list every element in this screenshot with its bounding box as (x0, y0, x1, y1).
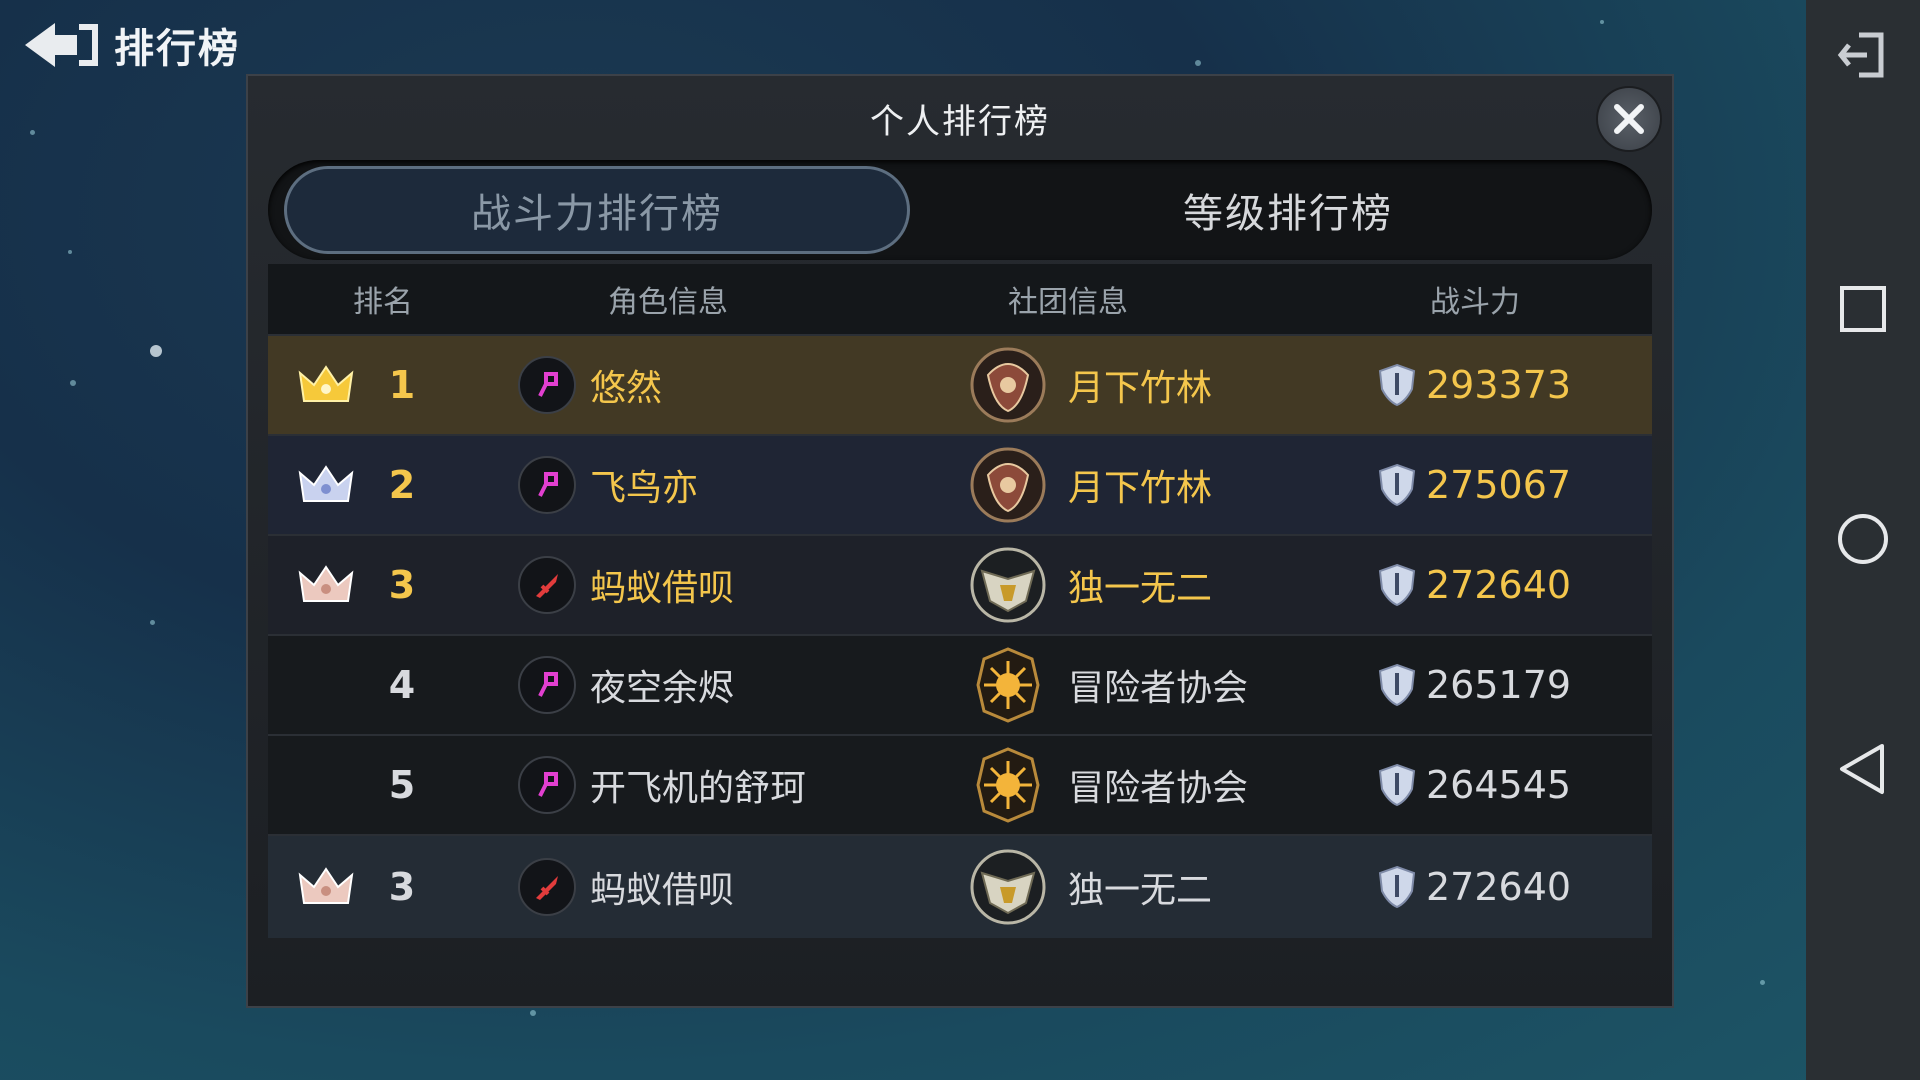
back-triangle-icon (1840, 744, 1884, 794)
back-button[interactable] (1806, 714, 1920, 824)
dialog-title: 个人排行榜 (870, 102, 1050, 142)
header-power: 战斗力 (1430, 285, 1520, 320)
shield-icon (1378, 563, 1416, 607)
ranking-tabs: 战斗力排行榜 等级排行榜 (268, 160, 1652, 260)
magenta-wand-icon (518, 756, 576, 814)
shield-icon (1378, 463, 1416, 507)
rank-number: 3 (388, 563, 416, 607)
back-arrow-button[interactable] (20, 17, 100, 73)
recents-button[interactable] (1806, 254, 1920, 364)
dragon-emblem-icon (970, 447, 1046, 523)
rank-number: 1 (388, 363, 416, 407)
header-guild: 社团信息 (1008, 285, 1128, 320)
bronze-crown-icon (298, 867, 354, 904)
tab-combat-power[interactable]: 战斗力排行榜 (284, 166, 910, 254)
sun-emblem-icon (976, 747, 1040, 823)
bronze-crown-icon (298, 565, 354, 602)
header-rank: 排名 (353, 285, 413, 320)
player-name: 夜空余烬 (590, 668, 735, 709)
gold-crown-icon (298, 365, 354, 402)
shield-icon (1378, 663, 1416, 707)
my-rank-row[interactable]: 3 蚂蚁借呗 独一无二 272640 (268, 834, 1652, 938)
combat-power-value: 275067 (1426, 463, 1572, 507)
player-name: 悠然 (590, 368, 663, 409)
eagle-emblem-icon (970, 849, 1046, 925)
shield-icon (1378, 363, 1416, 407)
guild-name: 独一无二 (1068, 568, 1213, 609)
guild-name: 月下竹林 (1068, 368, 1213, 409)
rank-number: 4 (388, 663, 416, 707)
magenta-wand-icon (518, 656, 576, 714)
system-nav-bar (1806, 0, 1920, 1080)
eagle-emblem-icon (970, 547, 1046, 623)
combat-power-value: 265179 (1426, 663, 1572, 707)
guild-name: 冒险者协会 (1068, 768, 1249, 809)
player-name: 蚂蚁借呗 (590, 568, 735, 609)
exit-icon (1837, 32, 1884, 78)
ranking-dialog: 个人排行榜 战斗力排行榜 等级排行榜 排名 角色信息 社团信息 战斗力 1 悠然… (246, 74, 1674, 1008)
shield-icon (1378, 763, 1416, 807)
player-name: 飞鸟亦 (590, 468, 699, 509)
table-row[interactable]: 1 悠然 月下竹林 293373 (268, 334, 1652, 434)
red-sword-icon (518, 556, 576, 614)
close-icon (1614, 104, 1644, 134)
guild-name: 独一无二 (1068, 870, 1213, 911)
top-bar: 排行榜 (20, 14, 240, 76)
ranking-table: 排名 角色信息 社团信息 战斗力 1 悠然 月下竹林 293373 2 飞鸟亦 … (268, 264, 1652, 938)
player-name: 蚂蚁借呗 (590, 870, 735, 911)
guild-name: 月下竹林 (1068, 468, 1213, 509)
home-circle-icon (1838, 514, 1888, 564)
combat-power-value: 264545 (1426, 763, 1572, 807)
combat-power-value: 272640 (1426, 865, 1572, 909)
combat-power-value: 272640 (1426, 563, 1572, 607)
sun-emblem-icon (976, 647, 1040, 723)
back-arrow-icon (25, 23, 98, 67)
guild-name: 冒险者协会 (1068, 668, 1249, 709)
page-title: 排行榜 (114, 26, 240, 72)
rank-number: 2 (388, 463, 416, 507)
close-button[interactable] (1596, 86, 1662, 152)
exit-button[interactable] (1806, 0, 1920, 110)
table-row[interactable]: 2 飞鸟亦 月下竹林 275067 (268, 434, 1652, 534)
rank-number: 5 (388, 763, 416, 807)
player-name: 开飞机的舒珂 (590, 768, 807, 809)
header-role: 角色信息 (608, 285, 728, 320)
rank-number: 3 (388, 865, 416, 909)
red-sword-icon (518, 858, 576, 916)
tab-level[interactable]: 等级排行榜 (968, 166, 1608, 254)
combat-power-value: 293373 (1426, 363, 1572, 407)
table-header: 排名 角色信息 社团信息 战斗力 (268, 264, 1652, 334)
dragon-emblem-icon (970, 347, 1046, 423)
shield-icon (1378, 865, 1416, 909)
table-row[interactable]: 3 蚂蚁借呗 独一无二 272640 (268, 534, 1652, 634)
table-row[interactable]: 4 夜空余烬 冒险者协会 265179 (268, 634, 1652, 734)
home-button[interactable] (1806, 484, 1920, 594)
magenta-wand-icon (518, 456, 576, 514)
silver-crown-icon (298, 465, 354, 502)
magenta-wand-icon (518, 356, 576, 414)
table-row[interactable]: 5 开飞机的舒珂 冒险者协会 264545 (268, 734, 1652, 834)
recents-square-icon (1840, 286, 1886, 332)
